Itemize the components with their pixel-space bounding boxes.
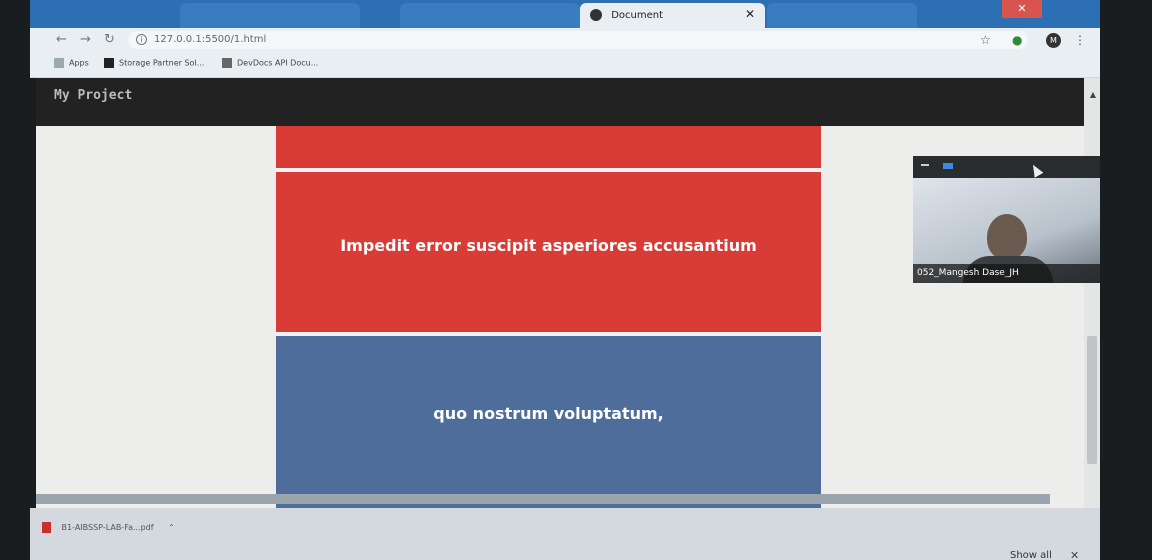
bookmark-storage[interactable]: Storage Partner Sol... bbox=[104, 58, 204, 68]
forward-icon[interactable]: → bbox=[80, 32, 91, 47]
back-icon[interactable]: ← bbox=[56, 32, 67, 47]
video-call-tile[interactable]: 052_Mangesh Dase_JH bbox=[913, 156, 1100, 283]
reload-icon[interactable]: ↻ bbox=[104, 32, 115, 47]
pdf-icon bbox=[42, 522, 51, 533]
block-blue: quo nostrum voluptatum, bbox=[276, 336, 821, 494]
navbar: My Project bbox=[36, 78, 1084, 126]
star-icon[interactable]: ☆ bbox=[980, 33, 991, 47]
vertical-scrollbar[interactable]: ▲ bbox=[1084, 78, 1100, 508]
block-red: Impedit error suscipit asperiores accusa… bbox=[276, 172, 821, 332]
extension-icon[interactable]: ● bbox=[1012, 33, 1022, 47]
block-red-text: Impedit error suscipit asperiores accusa… bbox=[340, 236, 757, 255]
participant-name: 052_Mangesh Dase_JH bbox=[913, 264, 1100, 283]
show-all-button[interactable]: Show all bbox=[1010, 550, 1052, 560]
window-close-button[interactable]: ✕ bbox=[1002, 0, 1042, 18]
chevron-up-icon[interactable]: ⌃ bbox=[168, 523, 175, 532]
bookmark-storage-label: Storage Partner Sol... bbox=[119, 58, 205, 68]
horizontal-scrollbar[interactable] bbox=[36, 494, 1050, 504]
tab-4[interactable] bbox=[767, 3, 917, 28]
downloads-bar: B1-AIBSSP-LAB-Fa...pdf ⌃ Show all ✕ bbox=[30, 508, 1100, 560]
avatar-initial: M bbox=[1050, 36, 1057, 45]
tab-document-label: Document bbox=[611, 10, 663, 21]
globe-icon bbox=[590, 9, 602, 21]
tab-close-icon[interactable]: ✕ bbox=[745, 7, 755, 21]
address-bar[interactable]: i 127.0.0.1:5500/1.html bbox=[128, 31, 1028, 49]
bookmark-devdocs[interactable]: DevDocs API Docu... bbox=[222, 58, 318, 68]
bookmark-devdocs-label: DevDocs API Docu... bbox=[237, 58, 319, 68]
info-icon[interactable]: i bbox=[136, 34, 147, 45]
apps-grid-icon bbox=[54, 58, 64, 68]
navbar-brand[interactable]: My Project bbox=[54, 88, 132, 103]
video-tile-bar bbox=[913, 156, 1100, 178]
bookmark-storage-icon bbox=[104, 58, 114, 68]
address-text: 127.0.0.1:5500/1.html bbox=[154, 34, 267, 45]
devdocs-icon bbox=[222, 58, 232, 68]
menu-icon[interactable]: ⋮ bbox=[1074, 33, 1086, 47]
avatar[interactable]: M bbox=[1046, 33, 1061, 48]
content-column: Impedit error suscipit asperiores accusa… bbox=[276, 126, 821, 508]
block-top bbox=[276, 126, 821, 168]
close-icon[interactable]: ✕ bbox=[1070, 549, 1079, 560]
screen: Document ✕ ✕ ← → ↻ i 127.0.0.1:5500/1.ht… bbox=[0, 0, 1152, 560]
browser-toolbar: ← → ↻ i 127.0.0.1:5500/1.html ☆ ● M ⋮ bbox=[30, 28, 1100, 52]
minimize-icon[interactable] bbox=[921, 164, 929, 166]
block-blue-text: quo nostrum voluptatum, bbox=[433, 404, 664, 423]
browser-tab-bar: Document ✕ ✕ bbox=[30, 0, 1100, 28]
bookmark-apps[interactable]: Apps bbox=[54, 58, 89, 68]
tab-2[interactable] bbox=[400, 3, 580, 28]
tab-document[interactable]: Document ✕ bbox=[580, 3, 765, 28]
mouse-cursor-icon bbox=[1028, 162, 1044, 178]
page-viewport: My Project Impedit error suscipit asperi… bbox=[36, 78, 1100, 508]
maximize-icon[interactable] bbox=[943, 163, 953, 169]
scroll-up-icon[interactable]: ▲ bbox=[1090, 90, 1096, 99]
scroll-thumb[interactable] bbox=[1087, 336, 1097, 464]
bookmark-apps-label: Apps bbox=[69, 58, 89, 68]
tab-1[interactable] bbox=[180, 3, 360, 28]
download-filename: B1-AIBSSP-LAB-Fa...pdf bbox=[61, 523, 154, 532]
download-item[interactable]: B1-AIBSSP-LAB-Fa...pdf ⌃ bbox=[42, 522, 175, 533]
participant-head bbox=[987, 214, 1027, 260]
bookmarks-bar: Apps Storage Partner Sol... DevDocs API … bbox=[30, 52, 1100, 78]
